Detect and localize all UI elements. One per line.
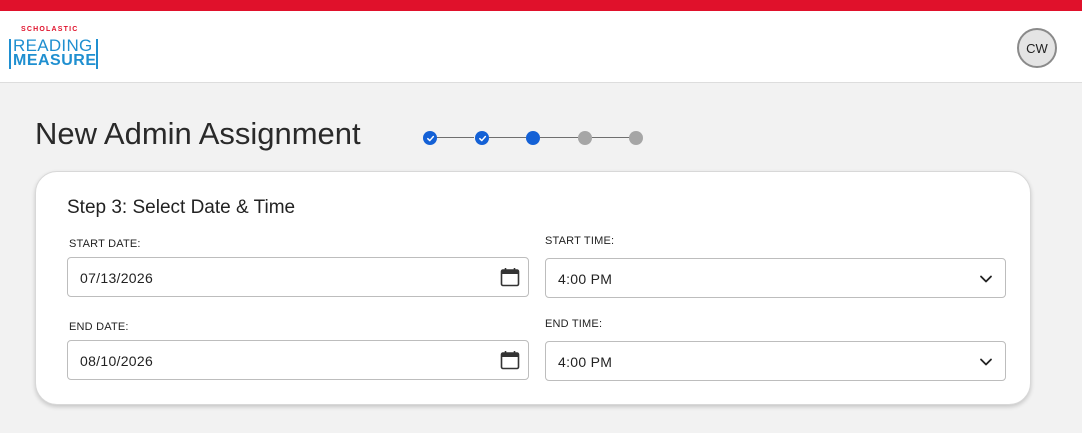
date-time-card: Step 3: Select Date & Time START DATE: 0…: [35, 171, 1031, 405]
step-4-pending: [578, 131, 592, 145]
end-time-value: 4:00 PM: [558, 354, 613, 370]
start-date-label: START DATE:: [69, 238, 141, 250]
logo-brand-text: SCHOLASTIC: [21, 26, 79, 33]
app-header: SCHOLASTIC READING MEASURE CW: [0, 11, 1082, 83]
start-time-value: 4:00 PM: [558, 271, 613, 287]
start-time-select[interactable]: 4:00 PM: [545, 258, 1006, 298]
reading-measure-logo[interactable]: SCHOLASTIC READING MEASURE: [9, 26, 109, 72]
chevron-down-icon: [980, 275, 992, 283]
start-time-label: START TIME:: [545, 235, 615, 247]
page-title: New Admin Assignment: [35, 116, 361, 151]
end-time-select[interactable]: 4:00 PM: [545, 341, 1006, 381]
stepper-connector: [592, 137, 630, 138]
progress-stepper: [422, 130, 646, 146]
check-icon: [478, 135, 486, 141]
step-2-complete: [475, 131, 489, 145]
end-date-input[interactable]: 08/10/2026: [67, 340, 529, 380]
end-date-value: 08/10/2026: [80, 353, 154, 369]
step-title: Step 3: Select Date & Time: [67, 197, 296, 218]
avatar-initials: CW: [1026, 40, 1048, 56]
check-icon: [426, 135, 434, 141]
start-date-value: 07/13/2026: [80, 270, 154, 286]
stepper-connector: [540, 137, 578, 138]
logo-bar-left: [9, 39, 11, 69]
user-avatar-button[interactable]: CW: [1017, 28, 1057, 68]
step-1-complete: [423, 131, 437, 145]
logo-bar-right: [96, 39, 98, 69]
stepper-connector: [436, 137, 474, 138]
end-time-label: END TIME:: [545, 318, 603, 330]
end-date-label: END DATE:: [69, 321, 129, 333]
top-accent-bar: [0, 0, 1082, 11]
step-3-current: [526, 131, 540, 145]
stepper-connector: [488, 137, 526, 138]
calendar-icon[interactable]: [500, 267, 520, 287]
start-date-input[interactable]: 07/13/2026: [67, 257, 529, 297]
chevron-down-icon: [980, 358, 992, 366]
step-5-pending: [629, 131, 643, 145]
calendar-icon[interactable]: [500, 350, 520, 370]
logo-line2: MEASURE: [13, 52, 97, 69]
